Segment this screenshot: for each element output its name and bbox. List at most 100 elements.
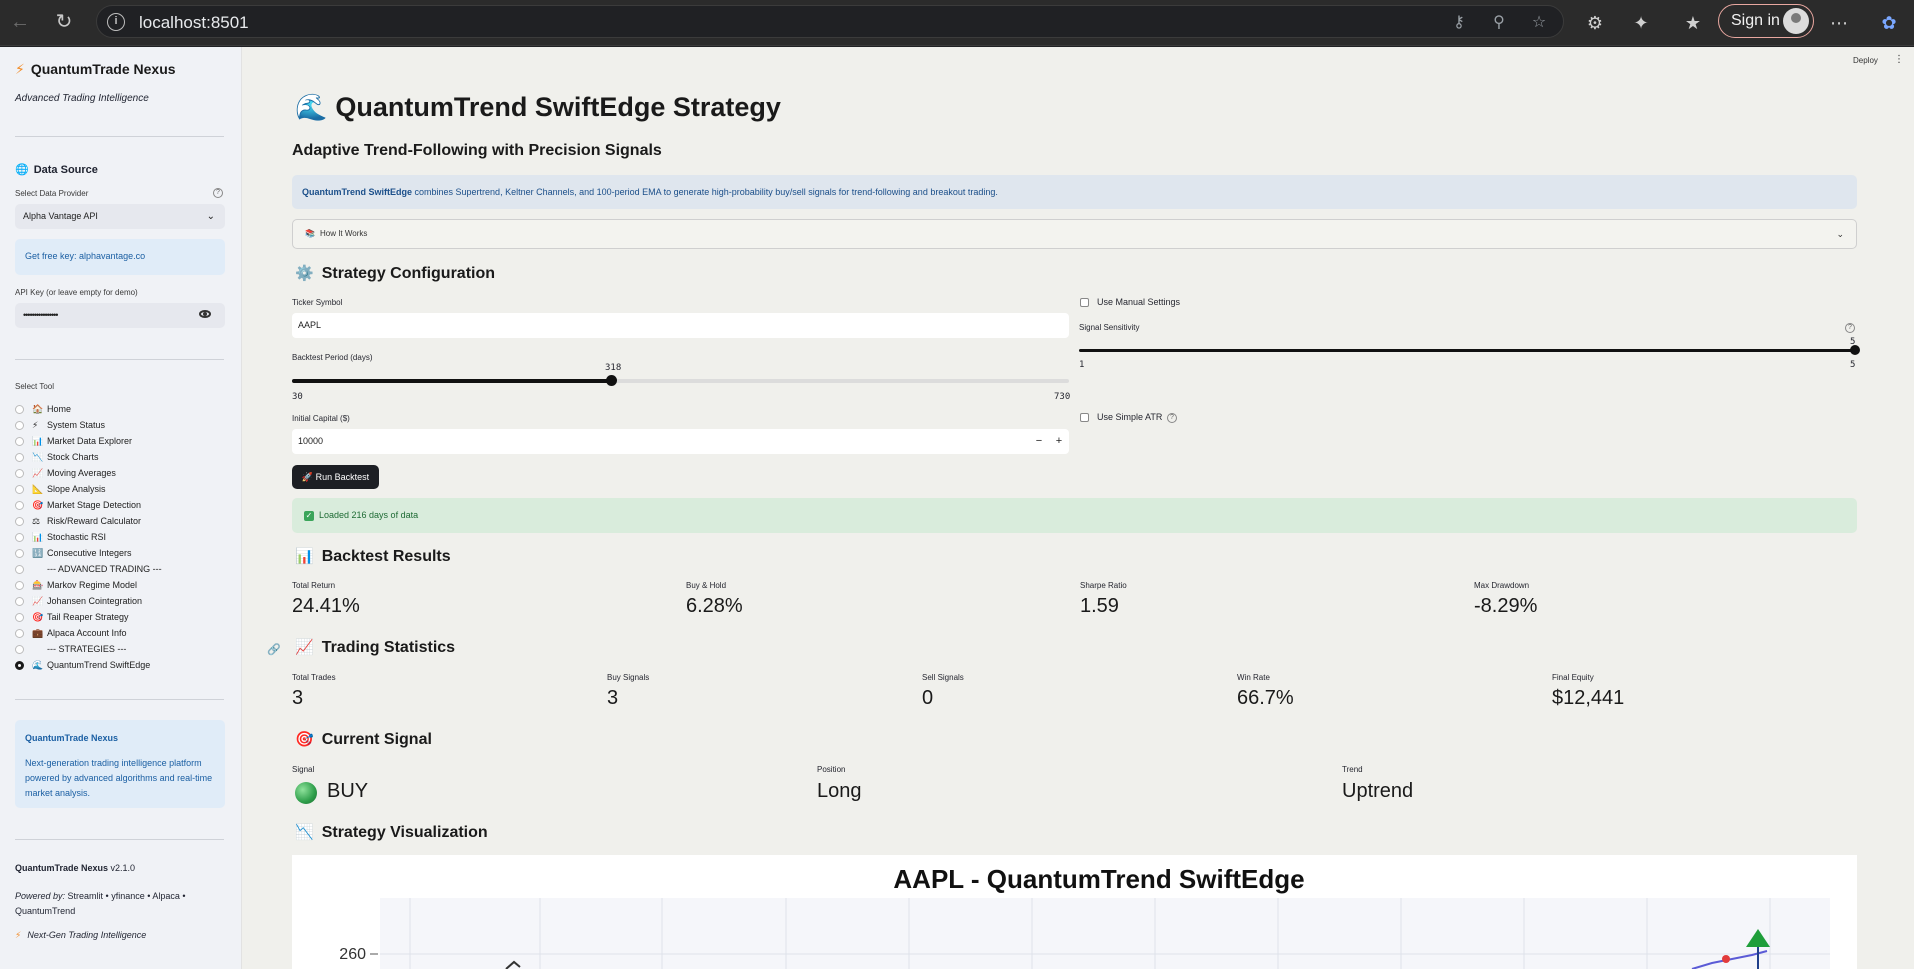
radio-button[interactable] bbox=[15, 581, 24, 590]
zoom-icon[interactable]: ⚲ bbox=[1489, 13, 1509, 33]
radio-button[interactable] bbox=[15, 517, 24, 526]
radio-button[interactable] bbox=[15, 469, 24, 478]
tool-option[interactable]: 🎯 Market Stage Detection bbox=[15, 497, 162, 513]
chevron-down-icon: ⌄ bbox=[1836, 229, 1844, 239]
radio-button[interactable] bbox=[15, 405, 24, 414]
stats-title-text: Trading Statistics bbox=[321, 639, 456, 656]
api-key-value: •••••••••••••••• bbox=[23, 310, 58, 320]
tool-option[interactable]: --- STRATEGIES --- bbox=[15, 641, 162, 657]
tool-label: Alpaca Account Info bbox=[47, 628, 127, 638]
radio-button[interactable] bbox=[15, 613, 24, 622]
help-icon[interactable]: ? bbox=[213, 188, 223, 198]
show-password-icon[interactable] bbox=[199, 310, 211, 318]
radio-button[interactable] bbox=[15, 501, 24, 510]
help-icon[interactable]: ? bbox=[1167, 413, 1177, 423]
api-key-input[interactable]: •••••••••••••••• bbox=[15, 303, 225, 328]
more-menu-icon[interactable]: ⋯ bbox=[1826, 10, 1852, 36]
backtest-period-slider[interactable] bbox=[292, 375, 1069, 386]
radio-button[interactable] bbox=[15, 421, 24, 430]
capital-label: Initial Capital ($) bbox=[292, 414, 350, 423]
metric-label: Final Equity bbox=[1552, 673, 1594, 682]
how-it-works-expander[interactable]: 📚 How It Works ⌄ bbox=[292, 219, 1857, 249]
decrement-button[interactable]: − bbox=[1031, 429, 1047, 454]
address-bar[interactable]: i localhost:8501 ⚷ ⚲ ☆ bbox=[96, 5, 1564, 38]
tool-option[interactable]: 📉 Stock Charts bbox=[15, 449, 162, 465]
link-icon[interactable]: 🔗 bbox=[267, 643, 281, 656]
page-scrollbar[interactable] bbox=[1904, 47, 1914, 969]
radio-button[interactable] bbox=[15, 661, 24, 670]
tool-icon: 🎯 bbox=[32, 500, 44, 510]
metric-label: Sell Signals bbox=[922, 673, 964, 682]
tool-option[interactable]: 📐 Slope Analysis bbox=[15, 481, 162, 497]
free-key-link[interactable]: alphavantage.co bbox=[79, 251, 145, 261]
chart-icon: 📉 bbox=[295, 824, 314, 841]
increment-button[interactable]: + bbox=[1051, 429, 1067, 454]
manual-settings-checkbox[interactable] bbox=[1080, 298, 1089, 307]
radio-button[interactable] bbox=[15, 533, 24, 542]
chart-svg: AAPL - QuantumTrend SwiftEdge 260 bbox=[339, 864, 1830, 969]
tool-option[interactable]: 🏠 Home bbox=[15, 401, 162, 417]
reload-icon[interactable]: ↻ bbox=[50, 8, 78, 36]
favorites-icon[interactable]: ★ bbox=[1680, 10, 1706, 36]
tool-radio-group: 🏠 Home ⚡ System Status 📊 Market Data Explorer… bbox=[15, 401, 162, 673]
tool-option[interactable]: 📈 Johansen Cointegration bbox=[15, 593, 162, 609]
tool-label: Select Tool bbox=[15, 382, 54, 391]
radio-button[interactable] bbox=[15, 629, 24, 638]
tool-option[interactable]: 🎯 Tail Reaper Strategy bbox=[15, 609, 162, 625]
sensitivity-slider[interactable] bbox=[1079, 345, 1860, 355]
tool-label: --- ADVANCED TRADING --- bbox=[47, 564, 162, 574]
radio-button[interactable] bbox=[15, 565, 24, 574]
gear-icon: ⚙️ bbox=[295, 265, 314, 282]
provider-select[interactable]: Alpha Vantage API ⌄ bbox=[15, 204, 225, 229]
tool-option[interactable]: 📊 Market Data Explorer bbox=[15, 433, 162, 449]
metric-label: Buy & Hold bbox=[686, 581, 727, 590]
ticker-input[interactable]: AAPL bbox=[292, 313, 1069, 338]
radio-button[interactable] bbox=[15, 485, 24, 494]
help-icon[interactable]: ? bbox=[1845, 323, 1855, 333]
radio-button[interactable] bbox=[15, 549, 24, 558]
puzzle-icon[interactable]: ✦ bbox=[1628, 10, 1654, 36]
config-section-title: ⚙️ Strategy Configuration bbox=[295, 264, 495, 283]
back-icon[interactable]: ← bbox=[6, 8, 34, 36]
simple-atr-checkbox[interactable] bbox=[1080, 413, 1089, 422]
metric-label: Sharpe Ratio bbox=[1080, 581, 1127, 590]
free-key-info: Get free key: alphavantage.co bbox=[15, 239, 225, 275]
tool-option[interactable]: 📊 Stochastic RSI bbox=[15, 529, 162, 545]
slider-handle[interactable] bbox=[606, 375, 618, 386]
signal-title-text: Current Signal bbox=[321, 731, 432, 748]
extension-icon[interactable]: ⚙ bbox=[1582, 10, 1608, 36]
divider bbox=[15, 359, 224, 360]
copilot-icon[interactable]: ✿ bbox=[1876, 10, 1902, 36]
tool-option[interactable]: ⚖ Risk/Reward Calculator bbox=[15, 513, 162, 529]
slider-handle[interactable] bbox=[1850, 345, 1860, 355]
capital-input[interactable]: 10000 − + bbox=[292, 429, 1069, 454]
bolt-icon: ⚡ bbox=[15, 930, 22, 940]
radio-button[interactable] bbox=[15, 597, 24, 606]
sign-in-button[interactable]: Sign in bbox=[1718, 4, 1814, 38]
tool-icon: 🎯 bbox=[32, 612, 44, 622]
divider bbox=[15, 699, 224, 700]
divider bbox=[15, 136, 224, 137]
radio-button[interactable] bbox=[15, 645, 24, 654]
run-backtest-button[interactable]: 🚀 Run Backtest bbox=[292, 465, 379, 489]
tool-option[interactable]: --- ADVANCED TRADING --- bbox=[15, 561, 162, 577]
tool-option[interactable]: ⚡ System Status bbox=[15, 417, 162, 433]
tool-option[interactable]: 🌊 QuantumTrend SwiftEdge bbox=[15, 657, 162, 673]
tool-label: --- STRATEGIES --- bbox=[47, 644, 127, 654]
key-icon[interactable]: ⚷ bbox=[1449, 13, 1469, 33]
tool-option[interactable]: 🔢 Consecutive Integers bbox=[15, 545, 162, 561]
strategy-chart[interactable]: AAPL - QuantumTrend SwiftEdge 260 bbox=[292, 855, 1857, 969]
url-text: localhost:8501 bbox=[139, 13, 249, 32]
tool-icon: ⚖ bbox=[32, 516, 41, 526]
tool-option[interactable]: 📈 Moving Averages bbox=[15, 465, 162, 481]
sell-marker bbox=[1722, 955, 1730, 963]
data-source-title: 🌐 Data Source bbox=[15, 163, 98, 176]
site-info-icon[interactable]: i bbox=[107, 13, 125, 31]
main-menu-icon[interactable]: ⋮ bbox=[1894, 54, 1904, 65]
tool-option[interactable]: 💼 Alpaca Account Info bbox=[15, 625, 162, 641]
radio-button[interactable] bbox=[15, 453, 24, 462]
tool-option[interactable]: 🎰 Markov Regime Model bbox=[15, 577, 162, 593]
tool-label: Consecutive Integers bbox=[47, 548, 132, 558]
radio-button[interactable] bbox=[15, 437, 24, 446]
bookmark-star-icon[interactable]: ☆ bbox=[1529, 13, 1549, 33]
